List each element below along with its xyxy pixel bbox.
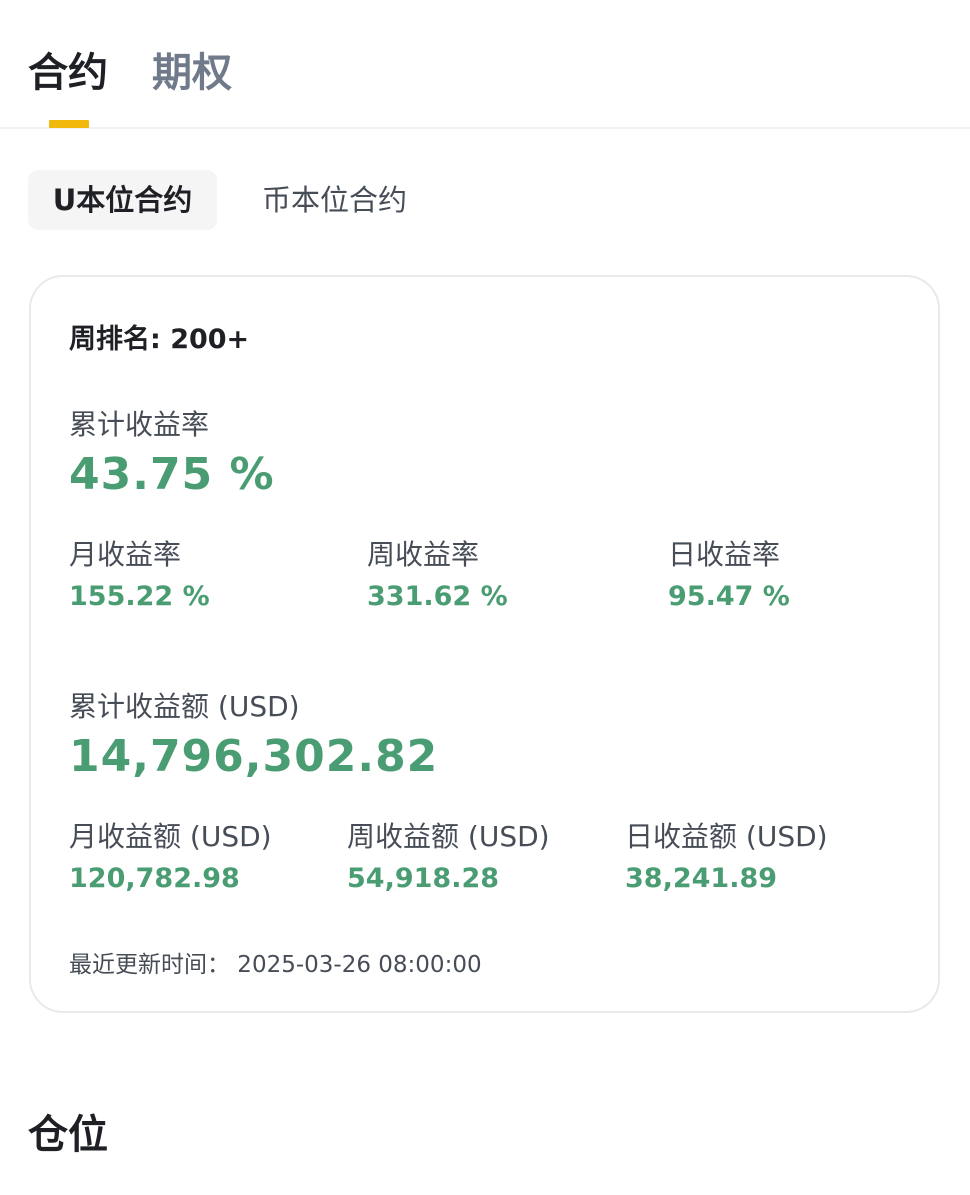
cumulative-roi-label: 累计收益率: [69, 408, 210, 441]
weekly-roi-value: 331.62 %: [367, 581, 508, 612]
weekly-roi-label: 周收益率: [367, 538, 480, 571]
monthly-roi-value: 155.22 %: [69, 581, 210, 612]
tab-contract[interactable]: 合约: [28, 46, 108, 100]
monthly-pnl-label: 月收益额 (USD): [69, 820, 272, 853]
weekly-pnl-value: 54,918.28: [347, 863, 500, 894]
weekly-pnl-label: 周收益额 (USD): [347, 820, 550, 853]
daily-pnl-value: 38,241.89: [625, 863, 778, 894]
tab-options[interactable]: 期权: [152, 46, 232, 100]
last-updated-time: 最近更新时间： 2025-03-26 08:00:00: [69, 952, 482, 978]
subtab-coin-margined[interactable]: 币本位合约: [262, 170, 407, 230]
daily-pnl-label: 日收益额 (USD): [625, 820, 828, 853]
daily-roi-label: 日收益率: [668, 538, 781, 571]
positions-section-title: 仓位: [28, 1112, 108, 1158]
cumulative-pnl-label: 累计收益额 (USD): [69, 690, 300, 723]
monthly-roi-label: 月收益率: [69, 538, 182, 571]
cumulative-roi-value: 43.75 %: [69, 449, 275, 500]
cumulative-pnl-value: 14,796,302.82: [69, 731, 439, 782]
weekly-rank: 周排名: 200+: [69, 324, 250, 355]
performance-card: 周排名: 200+ 累计收益率 43.75 % 月收益率 155.22 % 周收…: [29, 275, 940, 1013]
active-tab-indicator: [49, 120, 89, 128]
subtab-usdt-margined[interactable]: U本位合约: [28, 170, 217, 230]
monthly-pnl-value: 120,782.98: [69, 863, 240, 894]
top-tab-bar: 合约 期权: [0, 0, 970, 129]
daily-roi-value: 95.47 %: [668, 581, 790, 612]
